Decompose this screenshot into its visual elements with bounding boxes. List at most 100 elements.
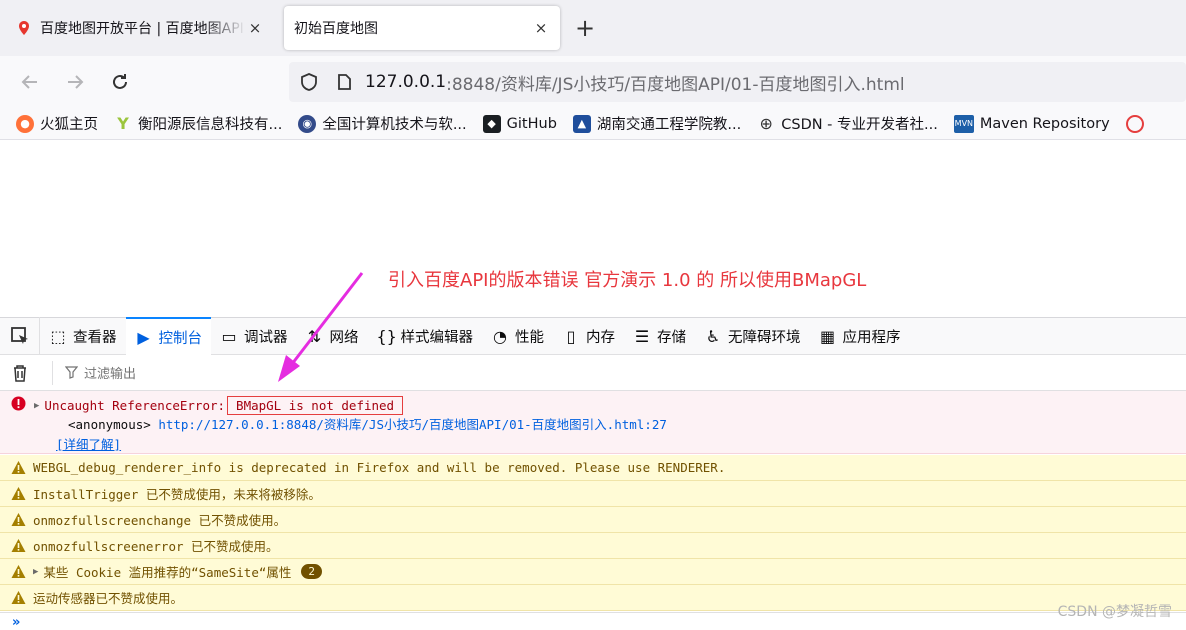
expand-triangle-icon[interactable]: ▶ [34,401,39,411]
browser-tab-initial-map[interactable]: 初始百度地图 × [284,6,560,50]
url-path: :8848/资料库/JS小技巧/百度地图API/01-百度地图引入.html [446,74,905,95]
warning-icon [11,461,26,474]
devtools-tab-label: 网络 [329,329,359,346]
forward-button[interactable] [63,70,87,94]
network-icon: ⇅ [307,326,322,346]
devtools-tab-network[interactable]: ⇅ 网络 [297,317,368,355]
navigation-bar: 127.0.0.1:8848/资料库/JS小技巧/百度地图API/01-百度地图… [0,56,1186,108]
bookmark-label: CSDN - 专业开发者社... [781,117,938,133]
devtools-tab-label: 查看器 [73,329,117,346]
page-content: 引入百度API的版本错误 官方演示 1.0 的 所以使用BMapGL [0,141,1186,317]
devtools-tab-application[interactable]: ▦ 应用程序 [810,317,910,355]
devtools-tab-memory[interactable]: ▯ 内存 [553,317,624,355]
console-warning-message[interactable]: 运动传感器已不赞成使用。 [0,585,1186,611]
console-warning-message[interactable]: onmozfullscreenchange 已不赞成使用。 [0,507,1186,533]
bookmark-github[interactable]: ◆ GitHub [482,114,557,133]
element-picker-icon [10,327,28,344]
bookmark-maven[interactable]: MVN Maven Repository [953,114,1110,133]
stack-frame-link[interactable]: http://127.0.0.1:8848/资料库/JS小技巧/百度地图API/… [158,417,667,432]
debugger-icon: ▭ [221,326,237,346]
devtools-tab-label: 性能 [515,329,544,346]
tab-strip: 百度地图开放平台 | 百度地图API SDK × 初始百度地图 × + [0,0,1186,56]
style-editor-icon: {} [376,326,397,346]
back-arrow-icon [21,75,37,89]
warning-icon [11,565,26,578]
inspector-icon: ⬚ [50,326,66,346]
bookmark-partial-icon [1125,114,1144,133]
firefox-icon: ● [16,114,34,133]
close-tab-icon[interactable]: × [246,19,264,37]
repeat-count-badge: 2 [301,564,323,579]
bookmark-hunan-college[interactable]: ▲ 湖南交通工程学院教... [572,113,742,134]
clear-console-button[interactable] [0,364,40,382]
bookmark-firefox-home[interactable]: ● 火狐主页 [16,113,98,134]
console-filter-bar: 过滤输出 [0,355,1186,391]
filter-output-input[interactable]: 过滤输出 [52,360,137,385]
new-tab-button[interactable]: + [575,14,595,42]
bookmark-csdn[interactable]: ⊕ CSDN - 专业开发者社... [757,113,938,134]
application-icon: ▦ [819,326,836,346]
devtools-tab-label: 控制台 [158,330,203,347]
warning-icon [11,513,26,526]
console-input[interactable]: » [0,612,1186,630]
console-error-message[interactable]: ▶ Uncaught ReferenceError: BMapGL is not… [0,391,1186,454]
console-warning-message[interactable]: WEBGL_debug_renderer_info is deprecated … [0,455,1186,481]
error-prefix: Uncaught ReferenceError: [44,398,226,413]
devtools-tab-debugger[interactable]: ▭ 调试器 [211,317,297,355]
bookmark-overflow[interactable] [1125,114,1150,133]
console-prompt: » [12,615,21,630]
filter-icon [65,366,78,379]
devtools-tab-accessibility[interactable]: ♿ 无障碍环境 [695,317,810,355]
filter-placeholder: 过滤输出 [84,367,137,382]
console-warning-message[interactable]: InstallTrigger 已不赞成使用，未来将被移除。 [0,481,1186,507]
seal-icon: ◉ [298,114,317,133]
reload-button[interactable] [108,70,132,94]
map-pin-icon [19,21,29,35]
devtools-toolbar: ⬚ 查看器 ▶ 控制台 ▭ 调试器 ⇅ 网络 {} 样式编辑器 ◔ 性能 ▯ 内存 ☰ 存储 ♿ 无障碍环境 ▦ 应用… [0,317,1186,355]
watermark: CSDN @梦凝哲雪 [1057,604,1172,620]
tab-title: 初始百度地图 [294,21,378,37]
devtools-tab-label: 存储 [657,329,686,346]
back-button[interactable] [18,70,42,94]
devtools-tab-performance[interactable]: ◔ 性能 [482,317,553,355]
url-bar[interactable]: 127.0.0.1:8848/资料库/JS小技巧/百度地图API/01-百度地图… [289,62,1186,102]
expand-triangle-icon[interactable]: ▶ [33,567,38,577]
bookmark-label: 火狐主页 [40,117,98,133]
bookmark-label: 衡阳源辰信息科技有... [138,117,283,133]
devtools-tab-label: 内存 [586,329,615,346]
devtools-tab-style-editor[interactable]: {} 样式编辑器 [368,317,483,355]
url-host: 127.0.0.1 [365,72,447,92]
performance-icon: ◔ [493,326,507,346]
y-logo-icon: Y [117,114,129,133]
bookmark-label: 湖南交通工程学院教... [596,117,742,133]
console-warning-message[interactable]: onmozfullscreenerror 已不赞成使用。 [0,533,1186,559]
close-tab-icon[interactable]: × [532,19,550,37]
error-icon [11,396,26,411]
storage-icon: ☰ [634,326,650,346]
warning-text: 某些 Cookie 滥用推荐的“SameSite“属性 [43,565,292,580]
accessibility-icon: ♿ [705,326,721,346]
warning-text: onmozfullscreenerror 已不赞成使用。 [33,539,279,554]
error-message-highlight: BMapGL is not defined [227,396,404,415]
console-warning-message[interactable]: ▶ 某些 Cookie 滥用推荐的“SameSite“属性 2 [0,559,1186,585]
devtools-tab-console[interactable]: ▶ 控制台 [125,317,211,355]
browser-tab-baidu-map-platform[interactable]: 百度地图开放平台 | 百度地图API SDK × [6,6,274,50]
devtools-tab-storage[interactable]: ☰ 存储 [624,317,695,355]
devtools-tab-label: 无障碍环境 [728,329,801,346]
trash-icon [14,364,26,382]
devtools-tab-inspector[interactable]: ⬚ 查看器 [40,317,126,355]
github-icon: ◆ [482,114,501,133]
memory-icon: ▯ [566,326,576,346]
school-icon: ▲ [572,114,591,133]
bookmark-ncre[interactable]: ◉ 全国计算机技术与软... [298,113,467,134]
learn-more-link[interactable]: [详细了解] [56,434,121,453]
stack-frame-label: <anonymous> [68,417,151,432]
bookmarks-toolbar: ● 火狐主页 Y 衡阳源辰信息科技有... ◉ 全国计算机技术与软... ◆ G… [0,108,1186,140]
devtools-tab-label: 应用程序 [842,329,901,346]
bookmark-label: Maven Repository [979,115,1110,132]
element-picker-button[interactable] [0,317,40,355]
shield-icon[interactable] [299,72,319,92]
page-info-icon[interactable] [335,73,353,91]
annotation-text: 引入百度API的版本错误 官方演示 1.0 的 所以使用BMapGL [388,270,867,291]
bookmark-hengyang[interactable]: Y 衡阳源辰信息科技有... [114,113,282,134]
